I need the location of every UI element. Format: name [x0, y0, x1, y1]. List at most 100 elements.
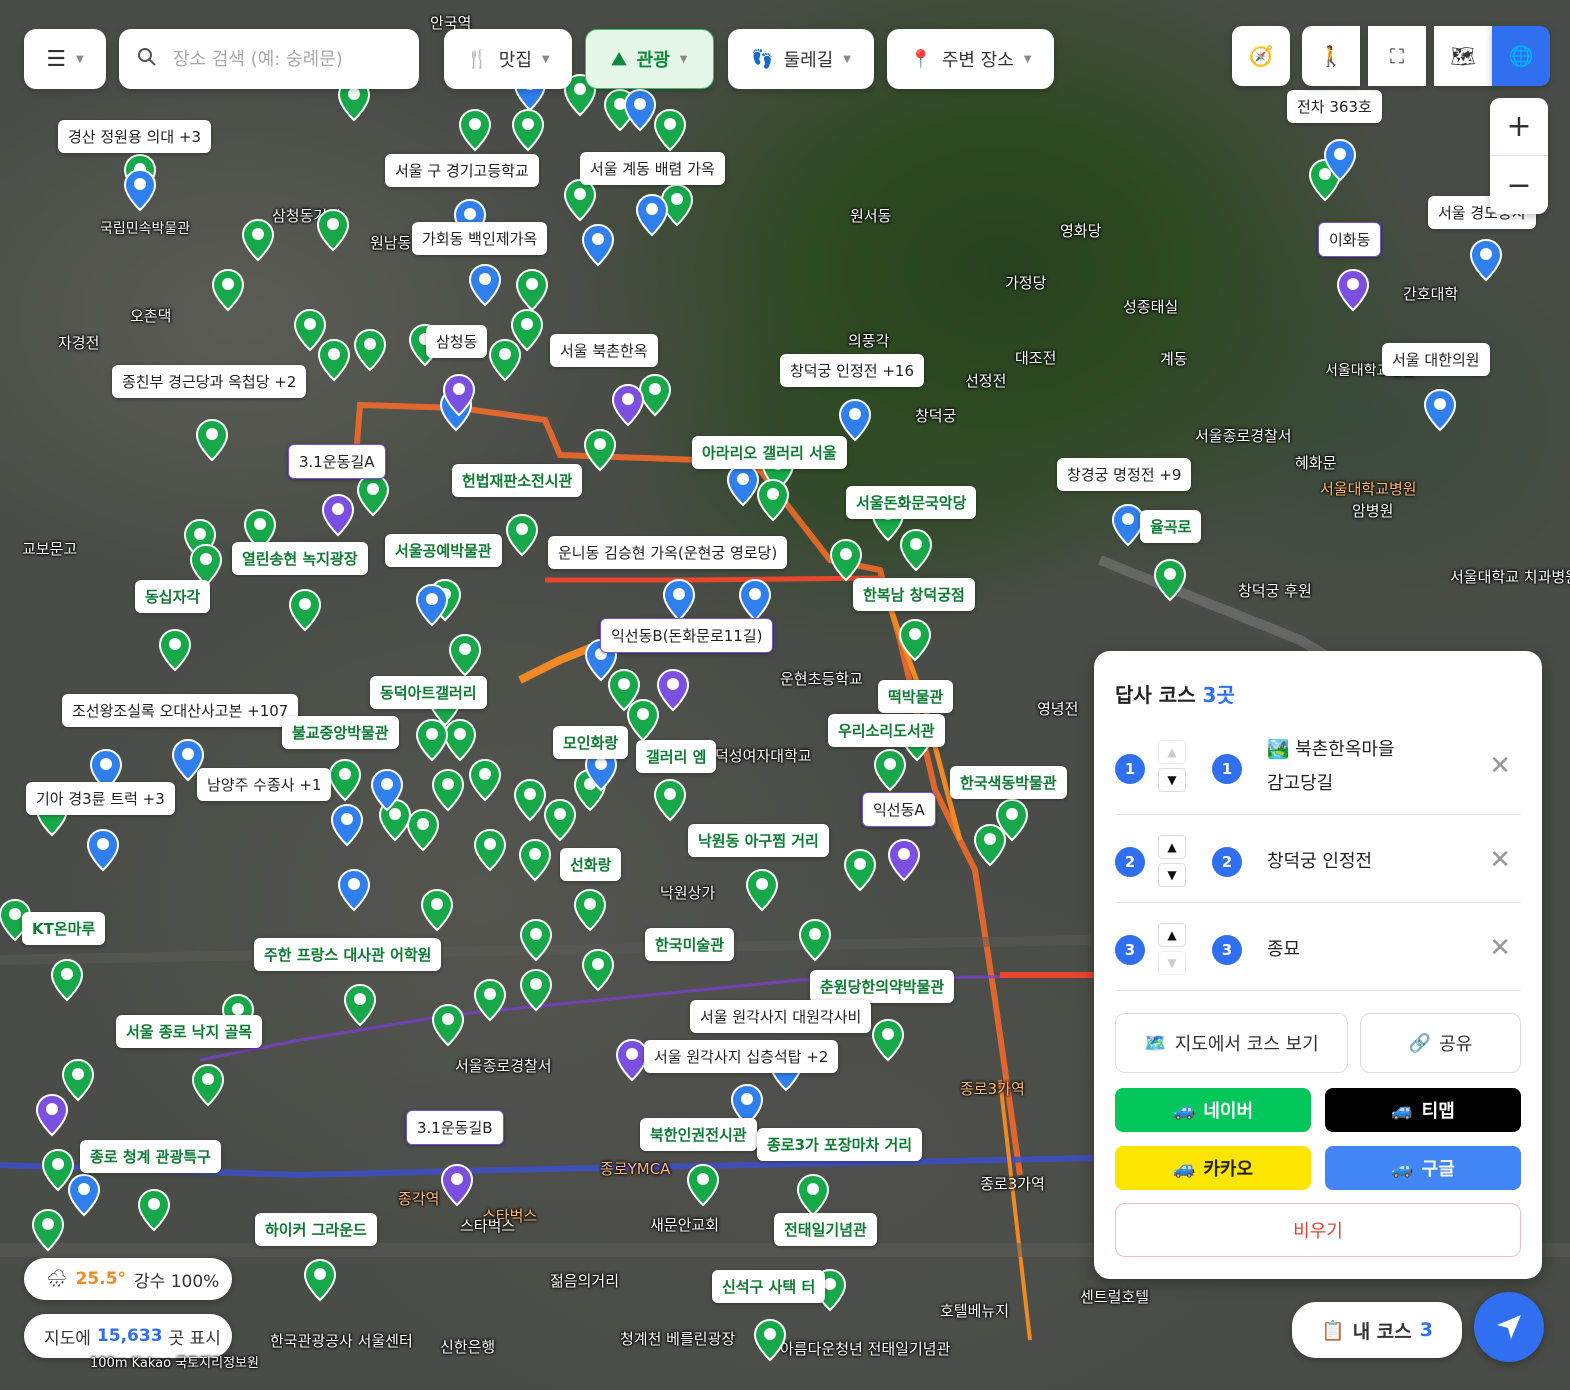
attraction-pin-icon[interactable] [50, 958, 84, 1002]
trail-pin-icon[interactable] [581, 223, 615, 267]
place-chip[interactable]: 서울 계동 배렴 가옥 [580, 152, 725, 185]
course-item[interactable]: 3 ▲ ▼ 3 종묘 ✕ [1115, 903, 1521, 991]
attraction-pin-icon[interactable] [519, 918, 553, 962]
place-chip[interactable]: 낙원동 아구찜 거리 [688, 824, 829, 857]
place-chip[interactable]: 한복남 창덕궁점 [853, 578, 975, 611]
trail-pin-icon[interactable] [738, 578, 772, 622]
attraction-pin-icon[interactable] [798, 918, 832, 962]
attraction-pin-icon[interactable] [458, 108, 492, 152]
trail-pin-icon[interactable] [1423, 388, 1457, 432]
place-chip[interactable]: 열린송현 녹지광장 [232, 542, 368, 575]
trail-pin-icon[interactable] [468, 263, 502, 307]
trail-pin-icon[interactable] [662, 578, 696, 622]
place-chip[interactable]: 3.1운동길A [288, 444, 386, 479]
attraction-pin-icon[interactable] [473, 978, 507, 1022]
trail-pin-icon[interactable] [67, 1173, 101, 1217]
place-chip[interactable]: 익선동A [862, 792, 936, 827]
place-chip[interactable]: 서울 원각사지 십층석탑 +2 [644, 1040, 839, 1073]
attraction-pin-icon[interactable] [796, 1173, 830, 1217]
attraction-pin-icon[interactable] [871, 1018, 905, 1062]
attraction-pin-icon[interactable] [328, 758, 362, 802]
filter-restaurants[interactable]: 🍴 맛집 ▼ [444, 29, 572, 89]
attraction-pin-icon[interactable] [241, 218, 275, 262]
attraction-pin-icon[interactable] [431, 1003, 465, 1047]
course-stop-pin-icon[interactable] [1336, 268, 1370, 312]
place-chip[interactable]: 동덕아트갤러리 [370, 676, 487, 709]
course-stop-pin-icon[interactable] [887, 838, 921, 882]
move-up-button[interactable]: ▲ [1158, 923, 1186, 947]
place-chip[interactable]: 서울 북촌한옥 [550, 334, 658, 367]
trail-pin-icon[interactable] [635, 193, 669, 237]
attraction-pin-icon[interactable] [303, 1258, 337, 1302]
place-chip[interactable]: 떡박물관 [878, 680, 954, 713]
satellite-view-button[interactable]: 🌐 [1492, 26, 1550, 86]
attraction-pin-icon[interactable] [195, 418, 229, 462]
attraction-pin-icon[interactable] [293, 308, 327, 352]
attraction-pin-icon[interactable] [191, 1063, 225, 1107]
filter-tourism[interactable]: ⛰ 관광 ▼ [585, 29, 714, 89]
google-nav-button[interactable]: 🚙 구글 [1325, 1146, 1521, 1190]
move-up-button[interactable]: ▲ [1158, 740, 1186, 764]
search-box[interactable] [119, 29, 419, 89]
place-chip[interactable]: 종친부 경근당과 옥첩당 +2 [112, 365, 307, 398]
trail-pin-icon[interactable] [623, 88, 657, 132]
place-chip[interactable]: 주한 프랑스 대사관 어학원 [254, 938, 442, 971]
place-chip[interactable]: 서울 대한의원 [1382, 343, 1490, 376]
course-stop-pin-icon[interactable] [611, 383, 645, 427]
attraction-pin-icon[interactable] [1153, 558, 1187, 602]
trail-pin-icon[interactable] [1469, 238, 1503, 282]
place-chip[interactable]: 우리소리도서관 [828, 714, 945, 747]
course-item[interactable]: 2 ▲ ▼ 2 창덕궁 인정전 ✕ [1115, 815, 1521, 903]
place-chip[interactable]: KT온마루 [22, 912, 106, 945]
attraction-pin-icon[interactable] [316, 208, 350, 252]
naver-nav-button[interactable]: 🚙 네이버 [1115, 1088, 1311, 1132]
move-down-button[interactable]: ▼ [1158, 951, 1186, 975]
place-chip[interactable]: 창덕궁 인정전 +16 [780, 354, 924, 387]
attraction-pin-icon[interactable] [899, 528, 933, 572]
move-down-button[interactable]: ▼ [1158, 768, 1186, 792]
kakao-nav-button[interactable]: 🚙 카카오 [1115, 1146, 1311, 1190]
trail-pin-icon[interactable] [330, 803, 364, 847]
trail-pin-icon[interactable] [123, 168, 157, 212]
attraction-pin-icon[interactable] [515, 268, 549, 312]
attraction-pin-icon[interactable] [898, 618, 932, 662]
filter-nearby[interactable]: 📍 주변 장소 ▼ [887, 29, 1054, 89]
trail-pin-icon[interactable] [726, 463, 760, 507]
trail-pin-icon[interactable] [415, 583, 449, 627]
place-chip[interactable]: 헌법재판소전시관 [452, 464, 583, 497]
trail-pin-icon[interactable] [337, 868, 371, 912]
remove-item-icon[interactable]: ✕ [1489, 751, 1511, 781]
attraction-pin-icon[interactable] [873, 748, 907, 792]
attraction-pin-icon[interactable] [353, 328, 387, 372]
place-chip[interactable]: 경산 정원용 의대 +3 [58, 120, 212, 153]
place-chip[interactable]: 신석구 사택 터 [712, 1270, 826, 1303]
zoom-in-button[interactable]: + [1490, 98, 1548, 156]
course-stop-pin-icon[interactable] [656, 668, 690, 712]
place-chip[interactable]: 이화동 [1318, 222, 1382, 257]
filter-trails[interactable]: 👣 둘레길 ▼ [728, 29, 874, 89]
attraction-pin-icon[interactable] [653, 778, 687, 822]
attraction-pin-icon[interactable] [686, 1163, 720, 1207]
attraction-pin-icon[interactable] [581, 948, 615, 992]
move-up-button[interactable]: ▲ [1158, 835, 1186, 859]
share-button[interactable]: 🔗 공유 [1360, 1013, 1521, 1073]
place-chip[interactable]: 서울 구 경기고등학교 [385, 154, 539, 187]
trail-pin-icon[interactable] [1323, 138, 1357, 182]
place-chip[interactable]: 아라리오 갤러리 서울 [692, 436, 847, 469]
remove-item-icon[interactable]: ✕ [1489, 933, 1511, 963]
attraction-pin-icon[interactable] [431, 768, 465, 812]
place-chip[interactable]: 익선동B(돈화문로11길) [600, 618, 774, 653]
place-chip[interactable]: 한국미술관 [645, 928, 735, 961]
attraction-pin-icon[interactable] [843, 848, 877, 892]
my-location-button[interactable] [1474, 1292, 1544, 1362]
trail-pin-icon[interactable] [370, 768, 404, 812]
attraction-pin-icon[interactable] [211, 268, 245, 312]
attraction-pin-icon[interactable] [543, 798, 577, 842]
place-chip[interactable]: 조선왕조실록 오대산사고본 +107 [62, 694, 299, 727]
place-chip[interactable]: 북한인권전시관 [640, 1118, 757, 1151]
place-chip[interactable]: 율곡로 [1140, 510, 1202, 543]
attraction-pin-icon[interactable] [756, 478, 790, 522]
place-chip[interactable]: 하이커 그라운드 [255, 1213, 377, 1246]
place-chip[interactable]: 기아 경3륜 트럭 +3 [26, 782, 175, 815]
attraction-pin-icon[interactable] [288, 588, 322, 632]
